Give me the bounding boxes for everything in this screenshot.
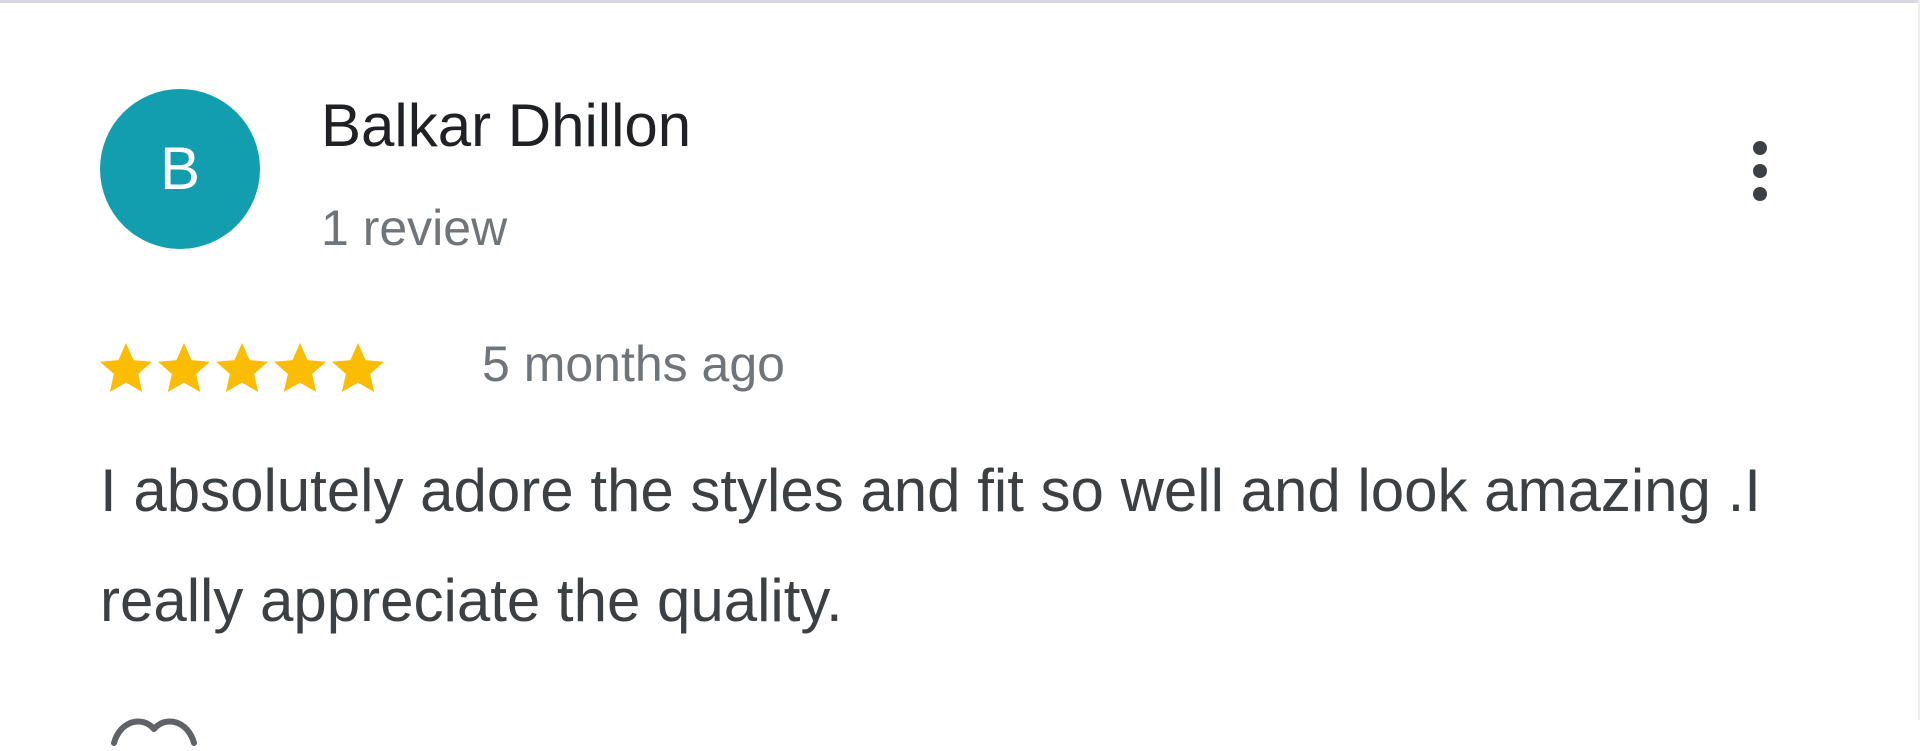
review-text: I absolutely adore the styles and fit so… [100, 457, 1761, 634]
star-icon [214, 340, 270, 396]
more-vert-icon-dot-2 [1753, 164, 1767, 178]
star-rating [98, 340, 386, 398]
star-icon [98, 340, 154, 396]
reviewer-name[interactable]: Balkar Dhillon [321, 91, 691, 160]
star-icon [330, 340, 386, 396]
review-count: 1 review [321, 200, 508, 256]
reviewer-avatar[interactable]: B [100, 89, 260, 249]
star-icon [156, 340, 212, 396]
more-vert-icon-dot-1 [1753, 141, 1767, 155]
review-date: 5 months ago [482, 336, 785, 392]
star-icon [272, 340, 328, 396]
like-icon[interactable] [108, 703, 200, 751]
more-vert-icon-dot-3 [1753, 187, 1767, 201]
review-card: B Balkar Dhillon 1 review 5 months ago I… [0, 3, 1918, 746]
more-options-button[interactable] [1730, 131, 1790, 211]
avatar-initial: B [159, 135, 201, 202]
